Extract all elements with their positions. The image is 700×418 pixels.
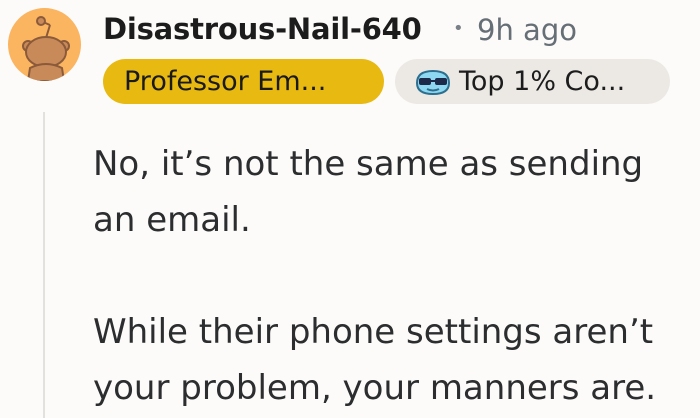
snoo-avatar-icon <box>22 16 70 81</box>
comment: Disastrous-Nail-640 • 9h ago Professor E… <box>0 0 700 418</box>
author-username[interactable]: Disastrous-Nail-640 <box>103 12 422 46</box>
achievement-badge[interactable]: Top 1% Co... <box>395 59 670 104</box>
meta-separator: • <box>453 18 464 39</box>
achievement-badge-label: Top 1% Co... <box>459 66 626 97</box>
comment-paragraph: While their phone settings aren’t your p… <box>93 312 657 408</box>
thread-line[interactable] <box>43 112 45 418</box>
user-flair-professor: Professor Em... <box>103 59 384 104</box>
comment-timestamp[interactable]: 9h ago <box>477 13 577 47</box>
avatar[interactable] <box>8 8 81 81</box>
comment-body: No, it’s not the same as sending an emai… <box>93 136 693 416</box>
user-flair-label: Professor Em... <box>124 66 327 97</box>
comment-paragraph: No, it’s not the same as sending an emai… <box>93 144 644 240</box>
sunglasses-emoji-icon <box>413 67 453 97</box>
